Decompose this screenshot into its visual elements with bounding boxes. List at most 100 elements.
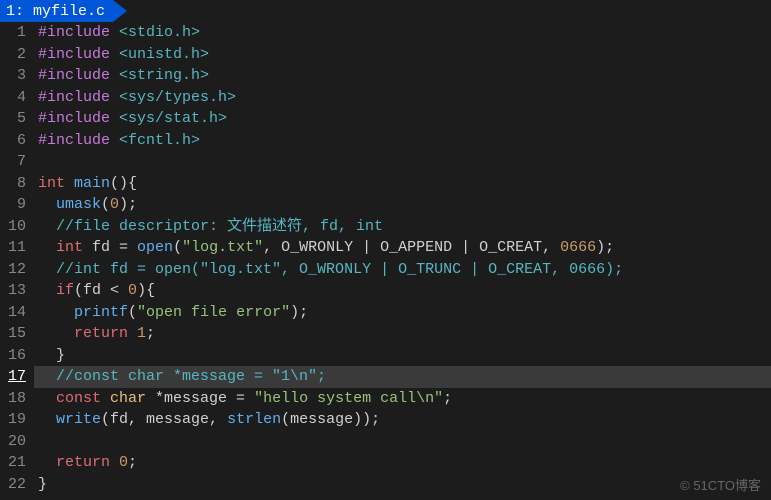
- token-op: , O_WRONLY | O_APPEND | O_CREAT,: [263, 239, 560, 256]
- token-op: }: [38, 476, 47, 493]
- line-number: 9: [0, 194, 34, 216]
- token-kw: int: [56, 239, 92, 256]
- code-content[interactable]: #include <sys/types.h>: [34, 87, 771, 109]
- line-number: 12: [0, 259, 34, 281]
- token-op: (: [128, 304, 137, 321]
- code-content[interactable]: #include <stdio.h>: [34, 22, 771, 44]
- token-op: }: [38, 347, 65, 364]
- token-op: fd =: [92, 239, 137, 256]
- code-content[interactable]: }: [34, 345, 771, 367]
- code-line[interactable]: 8int main(){: [0, 173, 771, 195]
- token-op: ;: [443, 390, 452, 407]
- code-line[interactable]: 10 //file descriptor: 文件描述符, fd, int: [0, 216, 771, 238]
- code-line[interactable]: 2#include <unistd.h>: [0, 44, 771, 66]
- token-num: 0666: [560, 239, 596, 256]
- code-content[interactable]: int main(){: [34, 173, 771, 195]
- token-fn: printf: [74, 304, 128, 321]
- token-pp: #include: [38, 110, 119, 127]
- token-inc: <sys/types.h>: [119, 89, 236, 106]
- line-number: 11: [0, 237, 34, 259]
- code-content[interactable]: write(fd, message, strlen(message));: [34, 409, 771, 431]
- code-line[interactable]: 6#include <fcntl.h>: [0, 130, 771, 152]
- code-content[interactable]: //file descriptor: 文件描述符, fd, int: [34, 216, 771, 238]
- code-line[interactable]: 21 return 0;: [0, 452, 771, 474]
- line-number: 14: [0, 302, 34, 324]
- code-line[interactable]: 4#include <sys/types.h>: [0, 87, 771, 109]
- code-content[interactable]: umask(0);: [34, 194, 771, 216]
- code-content[interactable]: return 0;: [34, 452, 771, 474]
- token-num: 1: [137, 325, 146, 342]
- line-number: 17: [0, 366, 34, 388]
- code-content[interactable]: //int fd = open("log.txt", O_WRONLY | O_…: [34, 259, 771, 281]
- code-content[interactable]: #include <string.h>: [34, 65, 771, 87]
- code-content[interactable]: #include <sys/stat.h>: [34, 108, 771, 130]
- token-op: [38, 239, 56, 256]
- code-content[interactable]: if(fd < 0){: [34, 280, 771, 302]
- token-pp: #include: [38, 89, 119, 106]
- line-number: 4: [0, 87, 34, 109]
- token-op: );: [290, 304, 308, 321]
- code-content[interactable]: [34, 151, 771, 173]
- token-op: [38, 454, 56, 471]
- token-inc: <fcntl.h>: [119, 132, 200, 149]
- code-content[interactable]: #include <unistd.h>: [34, 44, 771, 66]
- token-inc: <sys/stat.h>: [119, 110, 227, 127]
- token-pp: #include: [38, 46, 119, 63]
- token-op: [38, 304, 74, 321]
- code-content[interactable]: return 1;: [34, 323, 771, 345]
- code-line[interactable]: 18 const char *message = "hello system c…: [0, 388, 771, 410]
- code-content[interactable]: printf("open file error");: [34, 302, 771, 324]
- token-op: *message =: [155, 390, 254, 407]
- token-op: ;: [128, 454, 137, 471]
- code-line[interactable]: 15 return 1;: [0, 323, 771, 345]
- code-content[interactable]: const char *message = "hello system call…: [34, 388, 771, 410]
- code-content[interactable]: //const char *message = "1\n";: [34, 366, 771, 388]
- code-line[interactable]: 3#include <string.h>: [0, 65, 771, 87]
- code-line[interactable]: 9 umask(0);: [0, 194, 771, 216]
- token-op: [38, 411, 56, 428]
- token-inc: <stdio.h>: [119, 24, 200, 41]
- line-number: 16: [0, 345, 34, 367]
- tab-file[interactable]: 1: myfile.c: [0, 0, 113, 22]
- token-pp: #include: [38, 67, 119, 84]
- token-op: );: [119, 196, 137, 213]
- code-content[interactable]: int fd = open("log.txt", O_WRONLY | O_AP…: [34, 237, 771, 259]
- code-line[interactable]: 12 //int fd = open("log.txt", O_WRONLY |…: [0, 259, 771, 281]
- line-number: 7: [0, 151, 34, 173]
- code-line[interactable]: 17 //const char *message = "1\n";: [0, 366, 771, 388]
- code-line[interactable]: 16 }: [0, 345, 771, 367]
- token-kw: int: [38, 175, 74, 192]
- code-area[interactable]: 1#include <stdio.h>2#include <unistd.h>3…: [0, 22, 771, 500]
- token-pp: #include: [38, 24, 119, 41]
- token-fn: open: [137, 239, 173, 256]
- line-number: 2: [0, 44, 34, 66]
- code-line[interactable]: 22}: [0, 474, 771, 496]
- token-num: 0: [119, 454, 128, 471]
- code-line[interactable]: 11 int fd = open("log.txt", O_WRONLY | O…: [0, 237, 771, 259]
- token-op: [38, 390, 56, 407]
- token-kw: const: [56, 390, 110, 407]
- token-cmt: //file descriptor: 文件描述符, fd, int: [56, 218, 383, 235]
- code-line[interactable]: 13 if(fd < 0){: [0, 280, 771, 302]
- code-editor: 1: myfile.c 1#include <stdio.h>2#include…: [0, 0, 771, 500]
- token-kw: if: [56, 282, 74, 299]
- tab-bar: 1: myfile.c: [0, 0, 771, 22]
- line-number: 5: [0, 108, 34, 130]
- token-op: [38, 196, 56, 213]
- line-number: 18: [0, 388, 34, 410]
- token-fn: main: [74, 175, 110, 192]
- line-number: 13: [0, 280, 34, 302]
- token-type: char: [110, 390, 155, 407]
- code-content[interactable]: [34, 431, 771, 453]
- code-content[interactable]: #include <fcntl.h>: [34, 130, 771, 152]
- token-op: );: [596, 239, 614, 256]
- code-line[interactable]: 5#include <sys/stat.h>: [0, 108, 771, 130]
- token-str: "open file error": [137, 304, 290, 321]
- code-line[interactable]: 1#include <stdio.h>: [0, 22, 771, 44]
- code-content[interactable]: }: [34, 474, 771, 496]
- code-line[interactable]: 14 printf("open file error");: [0, 302, 771, 324]
- code-line[interactable]: 19 write(fd, message, strlen(message));: [0, 409, 771, 431]
- code-line[interactable]: 7: [0, 151, 771, 173]
- token-op: ){: [137, 282, 155, 299]
- code-line[interactable]: 20: [0, 431, 771, 453]
